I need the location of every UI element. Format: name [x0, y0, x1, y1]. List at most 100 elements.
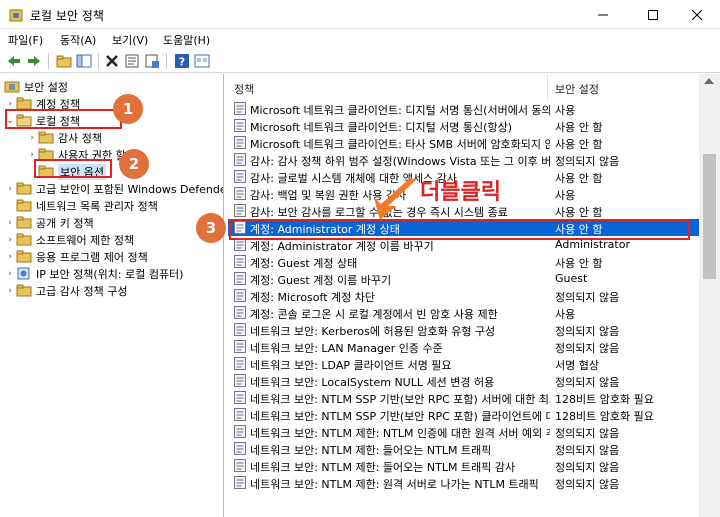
list-item[interactable]: 네트워크 보안: Kerberos에 허용된 암호화 유형 구성 정의되지 않음 [228, 321, 700, 338]
menu-action[interactable]: 동작(A) [60, 32, 96, 48]
tree-item-label: 네트워크 목록 관리자 정책 [36, 199, 158, 213]
chevron-right-icon[interactable]: › [4, 252, 16, 262]
back-arrow-icon[interactable] [6, 53, 22, 69]
properties-icon[interactable] [124, 53, 140, 69]
scrollbar-thumb[interactable] [703, 154, 716, 279]
close-icon [692, 9, 702, 20]
list-item[interactable]: 네트워크 보안: NTLM 제한: 원격 서버로 나가는 NTLM 트래픽 정의되… [228, 474, 700, 491]
tree-root[interactable]: 보안 설정 [4, 78, 68, 95]
minimize-icon [598, 14, 608, 15]
column-header-security-setting[interactable]: 보안 설정 [549, 74, 699, 100]
list-item[interactable]: Microsoft 네트워크 클라이언트: 타사 SMB 서버에 암호화되지 않… [228, 134, 700, 151]
policy-icon [234, 306, 246, 319]
list-item[interactable]: 계정: Guest 계정 이름 바꾸기 Guest [228, 270, 700, 287]
policy-icon [234, 289, 246, 302]
policy-name: 계정: Guest 계정 이름 바꾸기 [250, 274, 392, 287]
list-item[interactable]: 네트워크 보안: NTLM 제한: 들어오는 NTLM 트래픽 정의되지 않음 [228, 440, 700, 457]
list-item[interactable]: 네트워크 보안: NTLM SSP 기반(보안 RPC 포함) 서버에 대한 최… [228, 389, 700, 406]
delete-icon[interactable] [104, 53, 120, 69]
policy-name: 네트워크 보안: LDAP 클라이언트 서명 필요 [250, 359, 452, 372]
policy-icon [234, 425, 246, 438]
list-item[interactable]: Microsoft 네트워크 클라이언트: 디지털 서명 통신(항상) 사용 안 … [228, 117, 700, 134]
policy-setting: 정의되지 않음 [555, 376, 620, 389]
chevron-right-icon[interactable]: › [4, 184, 16, 194]
policy-setting: 사용 안 함 [555, 138, 603, 151]
scroll-up-arrow-icon[interactable] [704, 78, 714, 84]
chevron-right-icon[interactable]: › [4, 286, 16, 296]
list-item[interactable]: 네트워크 보안: LAN Manager 인증 수준 정의되지 않음 [228, 338, 700, 355]
console-view-icon[interactable] [194, 53, 210, 69]
list-item[interactable]: 네트워크 보안: LocalSystem NULL 세션 변경 허용 정의되지 않… [228, 372, 700, 389]
policy-name: 네트워크 보안: LocalSystem NULL 세션 변경 허용 [250, 376, 495, 389]
policy-setting: 정의되지 않음 [555, 325, 620, 338]
tree-pane[interactable]: 보안 설정 › 계정 정책 ⌄ 로컬 정책 › 감사 정책 › 사용자 권한 할… [0, 74, 224, 517]
tree-item-defender-firewall[interactable]: › 고급 보안이 포함된 Windows Defender 방화벽 [4, 180, 223, 197]
show-hide-tree-icon[interactable] [76, 53, 92, 69]
list-item[interactable]: 감사: 감사 정책 하위 범주 설정(Windows Vista 또는 그 이후… [228, 151, 700, 168]
list-item[interactable]: 계정: 콘솔 로그온 시 로컬 계정에서 빈 암호 사용 제한 사용 [228, 304, 700, 321]
column-header-policy[interactable]: 정책 [228, 74, 548, 100]
policy-name: 계정: Guest 계정 상태 [250, 257, 358, 270]
policy-name: Microsoft 네트워크 클라이언트: 디지털 서명 통신(서버에서 동의한… [250, 104, 550, 117]
list-item[interactable]: 네트워크 보안: NTLM 제한: NTLM 인증에 대한 원격 서버 예외 추… [228, 423, 700, 440]
folder-up-icon[interactable] [56, 53, 72, 69]
maximize-button[interactable] [630, 0, 676, 29]
tree-item-label: 감사 정책 [58, 131, 102, 145]
policy-icon [234, 391, 246, 404]
forward-arrow-icon[interactable] [26, 53, 42, 69]
list-item[interactable]: 계정: Guest 계정 상태 사용 안 함 [228, 253, 700, 270]
tree-item-advanced-audit[interactable]: › 고급 감사 정책 구성 [4, 282, 127, 299]
policy-icon [234, 459, 246, 472]
list-item[interactable]: Microsoft 네트워크 클라이언트: 디지털 서명 통신(서버에서 동의한… [228, 100, 700, 117]
tree-item-app-control[interactable]: › 응용 프로그램 제어 정책 [4, 248, 148, 265]
policy-icon [234, 102, 246, 115]
menu-file[interactable]: 파일(F) [8, 32, 43, 48]
vertical-scrollbar[interactable] [699, 74, 720, 517]
policy-icon [234, 442, 246, 455]
tree-item-public-key[interactable]: › 공개 키 정책 [4, 214, 94, 231]
window-title: 로컬 보안 정책 [30, 9, 104, 23]
chevron-right-icon[interactable]: › [4, 235, 16, 245]
policy-icon [234, 323, 246, 336]
policy-icon [234, 153, 246, 166]
tree-item-label: 공개 키 정책 [36, 216, 94, 230]
export-list-icon[interactable] [144, 53, 160, 69]
highlight-box-admin-account [229, 219, 690, 240]
chevron-right-icon[interactable]: › [26, 133, 38, 143]
minimize-button[interactable] [580, 0, 626, 29]
policy-setting: 서명 협상 [555, 359, 599, 372]
policy-icon [234, 340, 246, 353]
policy-name: 네트워크 보안: NTLM 제한: NTLM 인증에 대한 원격 서버 예외 추… [250, 427, 550, 440]
folder-icon [16, 182, 32, 195]
chevron-right-icon[interactable]: › [4, 269, 16, 279]
list-item[interactable]: 네트워크 보안: NTLM SSP 기반(보안 RPC 포함) 클라이언트에 대… [228, 406, 700, 423]
double-click-annotation: 더블클릭 [420, 180, 501, 205]
policy-list-pane[interactable]: 정책 보안 설정 Microsoft 네트워크 클라이언트: 디지털 서명 통신… [228, 74, 720, 517]
list-item[interactable]: 네트워크 보안: NTLM 제한: 들어오는 NTLM 트래픽 감사 정의되지 않… [228, 457, 700, 474]
policy-icon [234, 119, 246, 132]
list-item[interactable]: 계정: Microsoft 계정 차단 정의되지 않음 [228, 287, 700, 304]
policy-name: Microsoft 네트워크 클라이언트: 타사 SMB 서버에 암호화되지 않… [250, 138, 550, 151]
step-3-callout: 3 [196, 213, 226, 243]
toolbar: ? [0, 49, 720, 73]
tree-item-label: 고급 감사 정책 구성 [36, 284, 128, 298]
chevron-right-icon[interactable]: › [4, 99, 16, 109]
tree-item-audit-policy[interactable]: › 감사 정책 [26, 129, 102, 146]
menu-help[interactable]: 도움말(H) [163, 32, 210, 48]
ip-security-icon [17, 267, 30, 280]
tree-item-label: 고급 보안이 포함된 Windows Defender 방화벽 [36, 182, 223, 196]
toolbar-separator [98, 53, 99, 69]
policy-icon [234, 476, 246, 489]
policy-icon [234, 374, 246, 387]
tree-item-software-restriction[interactable]: › 소프트웨어 제한 정책 [4, 231, 134, 248]
tree-item-network-list[interactable]: 네트워크 목록 관리자 정책 [4, 197, 158, 214]
chevron-right-icon[interactable]: › [4, 218, 16, 228]
pointer-arrow-icon [374, 178, 416, 220]
policy-name: Microsoft 네트워크 클라이언트: 디지털 서명 통신(항상) [250, 121, 512, 134]
help-icon[interactable]: ? [174, 53, 190, 69]
tree-item-ip-security[interactable]: › IP 보안 정책(위치: 로컬 컴퓨터) [4, 265, 183, 282]
chevron-right-icon[interactable]: › [26, 150, 38, 160]
close-button[interactable] [674, 0, 720, 29]
list-item[interactable]: 네트워크 보안: LDAP 클라이언트 서명 필요 서명 협상 [228, 355, 700, 372]
menu-view[interactable]: 보기(V) [112, 32, 148, 48]
